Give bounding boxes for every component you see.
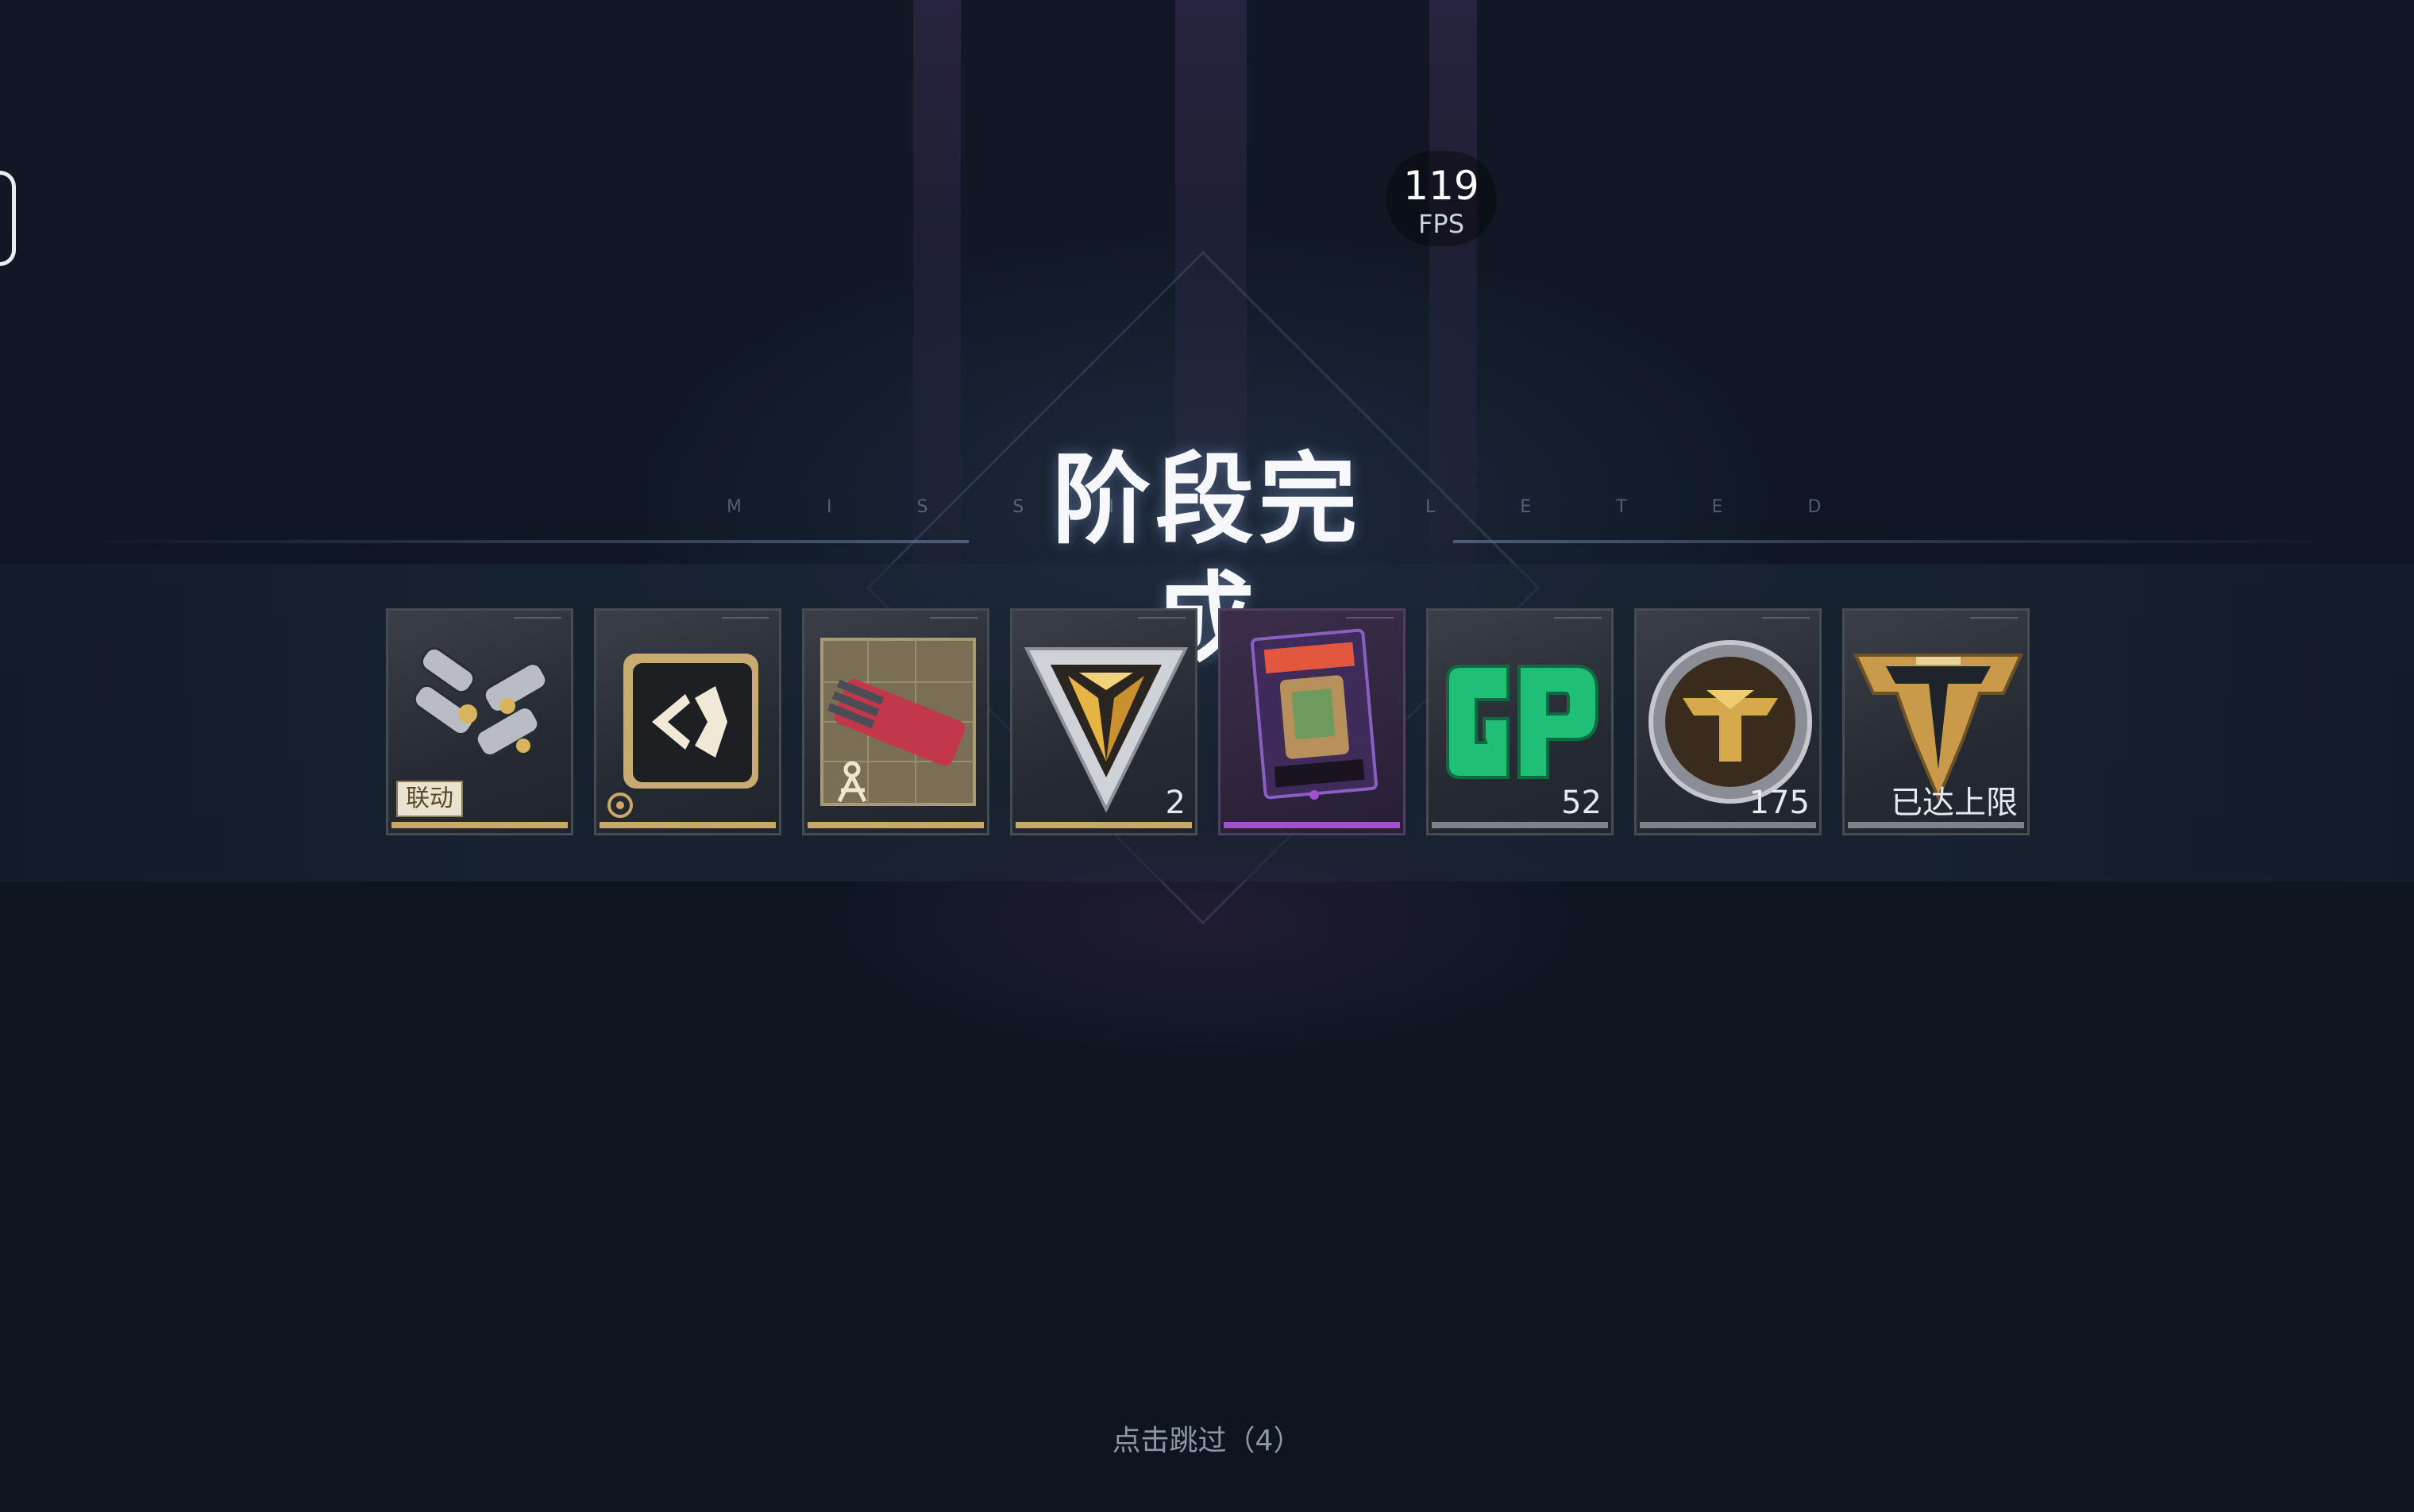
reward-count: 2 [1165,785,1186,821]
weapon-blueprint-icon [820,638,976,806]
reward-emblem[interactable] [594,608,781,835]
vending-machine-card-icon [1251,628,1378,800]
reward-weapon-blueprint[interactable] [802,608,989,835]
subtitle-right: L E T E D [1425,497,1861,517]
rarity-bar [1224,822,1400,828]
divider-left [71,540,969,543]
emblem-badge-icon [607,654,758,818]
rarity-bar [1848,822,2024,828]
rarity-bar [1432,822,1608,828]
rarity-bar [1016,822,1192,828]
reward-gauntlets[interactable]: 联动 [386,608,573,835]
skip-prompt[interactable]: 点击跳过（4） [1048,1421,1366,1461]
reward-coin[interactable]: 175 [1634,608,1822,835]
fps-counter: 119 FPS [1386,151,1497,246]
reward-count: 52 [1561,785,1602,821]
rarity-bar [1640,822,1816,828]
reward-gp[interactable]: 52 [1426,608,1614,835]
divider-right [1453,540,2350,543]
fps-label: FPS [1417,209,1464,239]
rarity-bar [808,822,984,828]
reward-vending-card[interactable] [1218,608,1406,835]
fps-value: 119 [1403,163,1479,209]
side-menu-tab-icon[interactable] [0,171,16,266]
reward-battle-pass[interactable]: 已达上限 [1842,608,2030,835]
reward-list: 联动 2 52 175 已达上限 [386,608,2030,835]
reward-triangle-token[interactable]: 2 [1010,608,1197,835]
collab-tag: 联动 [396,781,463,817]
rarity-bar [391,822,568,828]
reward-count: 175 [1749,785,1810,821]
reward-limit-label: 已达上限 [1891,785,2018,821]
rarity-bar [600,822,776,828]
